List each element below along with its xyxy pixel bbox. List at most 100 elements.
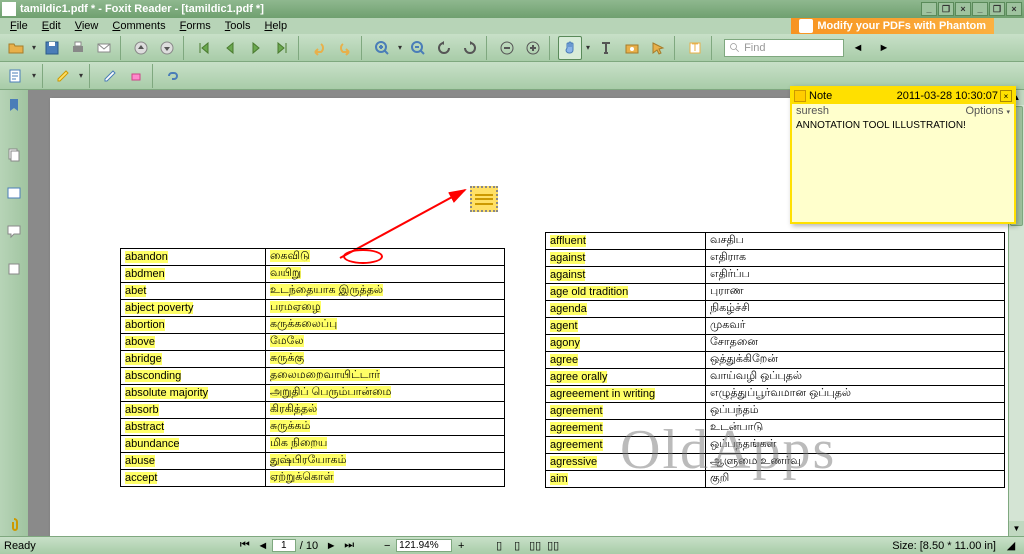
doc-minimize-button[interactable]: _ [921, 2, 937, 16]
zoomin-dropdown[interactable]: ▾ [396, 43, 404, 52]
sticky-note-popup[interactable]: Note 2011-03-28 10:30:07 × suresh Option… [790, 86, 1016, 224]
snapshot-button[interactable] [620, 36, 644, 60]
open-dropdown[interactable]: ▾ [30, 43, 38, 52]
view-single-button[interactable]: ▯ [491, 539, 507, 553]
status-first-page-button[interactable]: ⏮ [237, 539, 253, 553]
doc-close-button[interactable]: × [955, 2, 971, 16]
hand-dropdown[interactable]: ▾ [584, 43, 592, 52]
status-zoom-out-button[interactable]: − [379, 539, 395, 553]
table-row: abscondingதலைமறைவாயிட்டார் [121, 368, 505, 385]
sticky-note-author: suresh [796, 105, 829, 117]
typewriter-button[interactable]: T [683, 36, 707, 60]
table-row: abdmenவயிறு [121, 266, 505, 283]
find-input[interactable]: Find [724, 39, 844, 57]
status-page-input[interactable] [272, 539, 296, 552]
signatures-panel-button[interactable] [3, 258, 25, 280]
status-corner-button[interactable]: ◢ [1003, 539, 1019, 553]
save-button[interactable] [40, 36, 64, 60]
view-continuous-facing-button[interactable]: ▯▯ [545, 539, 561, 553]
pencil-tool-button[interactable] [98, 64, 122, 88]
open-button[interactable] [4, 36, 28, 60]
menu-help[interactable]: Help [258, 20, 293, 32]
main-toolbar: ▾ ▾ ▾ T Find ◄ ► [0, 34, 1024, 62]
table-row: abuseதுஷ்பிரயோகம் [121, 453, 505, 470]
first-page-button[interactable] [192, 36, 216, 60]
doc-restore-button[interactable]: ❐ [938, 2, 954, 16]
menu-edit[interactable]: Edit [36, 20, 67, 32]
table-row: agonyசோதனை [546, 335, 1005, 352]
attachments-panel-button[interactable] [3, 514, 25, 536]
decrease-button[interactable] [495, 36, 519, 60]
status-zoom-in-button[interactable]: + [453, 539, 469, 553]
comments-panel-button[interactable] [3, 220, 25, 242]
view-continuous-button[interactable]: ▯ [509, 539, 525, 553]
table-row: abstractசுருக்கம் [121, 419, 505, 436]
email-button[interactable] [92, 36, 116, 60]
table-row: abortionகருக்கலைப்பு [121, 317, 505, 334]
find-prev-button[interactable]: ◄ [846, 36, 870, 60]
table-row: abject povertyபரமஏழை [121, 300, 505, 317]
sticky-note-options-button[interactable]: Options ▾ [966, 105, 1011, 117]
zoom-out-button[interactable] [406, 36, 430, 60]
undo-button[interactable] [307, 36, 331, 60]
minimize-button[interactable]: _ [972, 2, 988, 16]
table-row: abundanceமிக நிறைய [121, 436, 505, 453]
last-page-button[interactable] [270, 36, 294, 60]
view-facing-button[interactable]: ▯▯ [527, 539, 543, 553]
table-row: agreeஒத்துக்கிறேன் [546, 352, 1005, 369]
table-row: absorbகிரகித்தல் [121, 402, 505, 419]
title-bar: tamildic1.pdf * - Foxit Reader - [tamild… [0, 0, 1024, 18]
table-row: agree orallyவாய்வழி ஒப்புதல் [546, 369, 1005, 386]
rotate-right-button[interactable] [458, 36, 482, 60]
nav-up-button[interactable] [129, 36, 153, 60]
table-row: agendaநிகழ்ச்சி [546, 301, 1005, 318]
restore-button[interactable]: ❐ [989, 2, 1005, 16]
rotate-left-button[interactable] [432, 36, 456, 60]
menu-forms[interactable]: Forms [174, 20, 217, 32]
prev-page-button[interactable] [218, 36, 242, 60]
next-page-button[interactable] [244, 36, 268, 60]
promo-banner[interactable]: Modify your PDFs with Phantom [791, 18, 994, 34]
note-tool-button[interactable] [4, 64, 28, 88]
note-annotation-icon[interactable] [470, 186, 498, 212]
menu-file[interactable]: File [4, 20, 34, 32]
scroll-down-button[interactable]: ▼ [1009, 521, 1024, 536]
pages-panel-button[interactable] [3, 144, 25, 166]
close-button[interactable]: × [1006, 2, 1022, 16]
select-arrow-button[interactable] [646, 36, 670, 60]
highlight-tool-button[interactable] [51, 64, 75, 88]
sticky-note-header[interactable]: Note 2011-03-28 10:30:07 × [792, 88, 1014, 104]
menu-tools[interactable]: Tools [219, 20, 257, 32]
table-row: agreeement in writingஎழுத்துப்பூர்வமான ஒ… [546, 386, 1005, 403]
link-tool-button[interactable] [161, 64, 185, 88]
zoom-in-button[interactable] [370, 36, 394, 60]
status-last-page-button[interactable]: ⏭ [341, 539, 357, 553]
increase-button[interactable] [521, 36, 545, 60]
table-row: againstஎதிராக [546, 250, 1005, 267]
hand-tool-button[interactable] [558, 36, 582, 60]
dictionary-table-right: affluentவசதிபagainstஎதிராகagainstஎதிர்ப்… [545, 232, 1005, 488]
sticky-note-body[interactable]: ANNOTATION TOOL ILLUSTRATION! [792, 118, 1014, 133]
print-button[interactable] [66, 36, 90, 60]
status-page-total: / 10 [300, 540, 318, 552]
table-row: aimகுறி [546, 471, 1005, 488]
table-row: absolute majorityஅறுதிப் பெரும்பான்மை [121, 385, 505, 402]
status-next-page-button[interactable]: ► [323, 539, 339, 553]
redo-button[interactable] [333, 36, 357, 60]
menu-view[interactable]: View [69, 20, 105, 32]
table-row: agreementஒப்பந்தம் [546, 403, 1005, 420]
sticky-note-close-button[interactable]: × [1000, 90, 1012, 102]
bookmarks-panel-button[interactable] [3, 94, 25, 116]
find-next-button[interactable]: ► [872, 36, 896, 60]
window-title: tamildic1.pdf * - Foxit Reader - [tamild… [20, 3, 264, 15]
menu-comments[interactable]: Comments [106, 20, 171, 32]
nav-down-button[interactable] [155, 36, 179, 60]
status-zoom-input[interactable]: 121.94% [396, 539, 452, 552]
select-text-button[interactable] [594, 36, 618, 60]
layers-panel-button[interactable] [3, 182, 25, 204]
eraser-tool-button[interactable] [124, 64, 148, 88]
status-prev-page-button[interactable]: ◄ [255, 539, 271, 553]
dictionary-table-left: abandonகைவிடுabdmenவயிறுabetஉடந்தையாக இர… [120, 248, 505, 487]
status-ready: Ready [4, 540, 36, 552]
table-row: agressiveஆளுமை உணர்வு [546, 454, 1005, 471]
